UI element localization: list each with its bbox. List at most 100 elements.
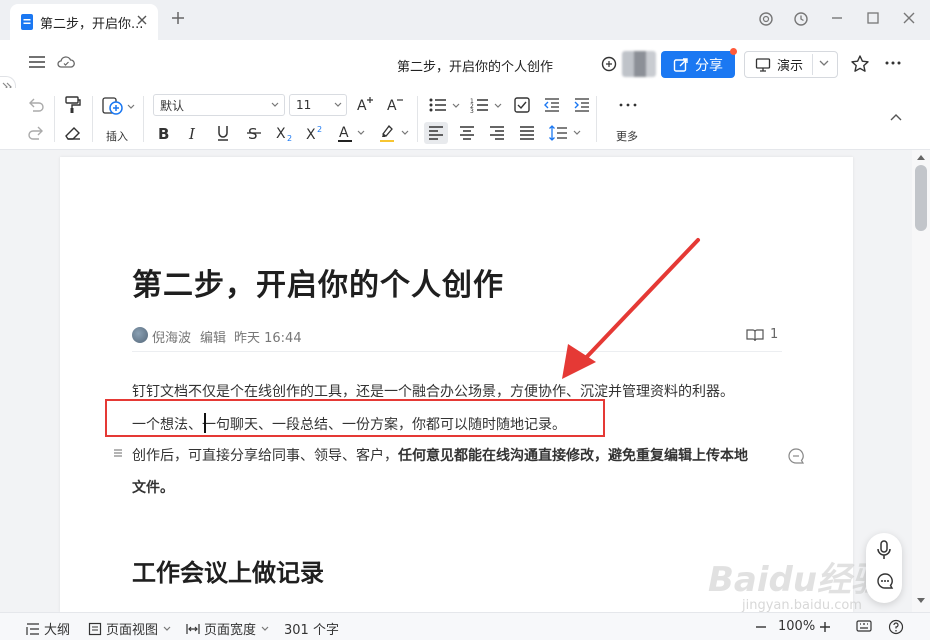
paragraph-bold-continuation[interactable]: 文件。: [132, 477, 174, 497]
font-grow-icon[interactable]: A: [356, 94, 376, 114]
bold-icon[interactable]: B: [156, 124, 172, 142]
chevron-down-icon: [270, 100, 280, 110]
chevron-down-icon[interactable]: [400, 128, 410, 138]
align-right-icon[interactable]: [488, 125, 506, 141]
scrollbar-thumb[interactable]: [915, 165, 927, 231]
redo-icon[interactable]: [26, 124, 46, 142]
chevron-down-icon[interactable]: [493, 101, 503, 111]
more-label[interactable]: 更多: [616, 128, 638, 144]
subscript-icon[interactable]: X2: [275, 124, 295, 142]
presentation-icon: [755, 57, 771, 73]
strikethrough-icon[interactable]: S: [246, 124, 262, 142]
chevron-down-icon[interactable]: [356, 128, 366, 138]
outdent-icon[interactable]: [543, 96, 561, 114]
format-painter-icon[interactable]: [63, 96, 83, 114]
chevron-down-icon[interactable]: [451, 101, 461, 111]
checkbox-list-icon[interactable]: [513, 96, 531, 114]
divider: [596, 96, 597, 142]
close-icon[interactable]: [136, 14, 148, 26]
font-shrink-icon[interactable]: A: [386, 94, 406, 114]
maximize-icon[interactable]: [866, 11, 880, 25]
justify-icon[interactable]: [518, 125, 536, 141]
format-toolbar: 插入 默认 11 A A B I S X2 X2 A 1 2 3 更多: [0, 88, 930, 150]
line-spacing-icon[interactable]: [548, 124, 568, 142]
drag-handle-icon[interactable]: [112, 447, 124, 459]
document-heading[interactable]: 第二步，开启你的个人创作: [132, 260, 504, 304]
tab-title: 第二步，开启你...: [40, 17, 144, 32]
scroll-up-arrow-icon[interactable]: [916, 153, 926, 161]
annotation-highlight-box: [105, 399, 605, 437]
chevron-down-icon[interactable]: [572, 128, 582, 138]
bullet-list-icon[interactable]: [428, 96, 448, 114]
section-heading[interactable]: 工作会议上做记录: [132, 553, 324, 588]
align-left-icon[interactable]: [424, 122, 448, 144]
svg-text:A: A: [387, 98, 397, 114]
outline-toggle[interactable]: 大纲: [26, 619, 70, 638]
svg-text:3: 3: [470, 108, 474, 114]
chat-icon[interactable]: [876, 572, 894, 590]
more-icon[interactable]: [884, 54, 902, 72]
book-icon[interactable]: [746, 328, 764, 342]
word-count: 301 个字: [284, 623, 339, 638]
chevron-down-icon[interactable]: [126, 102, 136, 112]
share-icon: [673, 57, 689, 73]
share-label: 分享: [695, 57, 723, 74]
align-center-icon[interactable]: [458, 125, 476, 141]
window-close-icon[interactable]: [902, 11, 916, 25]
page-view-select[interactable]: 页面视图: [88, 619, 172, 638]
undo-icon[interactable]: [26, 96, 46, 114]
scroll-down-arrow-icon[interactable]: [916, 597, 926, 605]
link-icon[interactable]: [600, 55, 618, 73]
notification-dot: [730, 48, 737, 55]
chevron-up-icon[interactable]: [889, 112, 903, 124]
numbered-list-icon[interactable]: 123: [470, 96, 490, 114]
divider: [417, 96, 418, 142]
highlight-color-icon[interactable]: [378, 122, 396, 144]
indent-icon[interactable]: [573, 96, 591, 114]
page-width-icon: [186, 622, 200, 636]
font-size-value: 11: [296, 98, 312, 112]
zoom-in-icon[interactable]: [818, 620, 832, 634]
font-family-select[interactable]: 默认: [153, 94, 285, 116]
svg-text:2: 2: [317, 125, 322, 134]
paragraph[interactable]: 创作后，可直接分享给同事、领导、客户，任何意见都能在线沟通直接修改，避免重复编辑…: [132, 445, 748, 465]
page-width-label: 页面宽度: [204, 623, 257, 638]
star-icon[interactable]: [850, 54, 870, 74]
paragraph-text: 创作后，可直接分享给同事、领导、客户，: [132, 448, 398, 464]
share-button[interactable]: 分享: [661, 51, 735, 78]
insert-add-icon[interactable]: [102, 96, 128, 118]
zoom-out-icon[interactable]: [754, 620, 768, 634]
keyboard-icon[interactable]: [856, 619, 872, 633]
svg-text:2: 2: [287, 134, 292, 142]
refresh-icon[interactable]: [758, 11, 774, 27]
more-icon[interactable]: [618, 98, 638, 112]
insert-label[interactable]: 插入: [106, 128, 128, 144]
microphone-icon[interactable]: [876, 539, 892, 561]
paragraph[interactable]: 钉钉文档不仅是个在线创作的工具，还是一个融合办公场景，方便协作、沉淀并管理资料的…: [132, 381, 734, 401]
font-color-icon[interactable]: A: [336, 122, 354, 144]
comment-icon[interactable]: [787, 447, 805, 465]
svg-text:I: I: [188, 125, 196, 142]
document-tab[interactable]: 第二步，开启你...: [10, 4, 158, 40]
status-bar: 大纲 页面视图 页面宽度 301 个字 100%: [0, 612, 930, 640]
watermark-url: jingyan.baidu.com: [742, 598, 862, 613]
author-avatar[interactable]: [132, 327, 148, 343]
help-icon[interactable]: [888, 619, 904, 635]
history-icon[interactable]: [793, 11, 809, 27]
superscript-icon[interactable]: X2: [305, 124, 325, 142]
chevron-down-icon: [260, 624, 270, 634]
underline-icon[interactable]: [215, 124, 231, 142]
read-count: 1: [770, 327, 779, 342]
paragraph-bold-text: 任何意见都能在线沟通直接修改，避免重复编辑上传本地: [398, 448, 748, 464]
zoom-level[interactable]: 100%: [778, 619, 815, 634]
minimize-icon[interactable]: [830, 11, 844, 25]
italic-icon[interactable]: I: [186, 124, 202, 142]
new-tab-plus-icon[interactable]: [170, 10, 186, 26]
page-width-select[interactable]: 页面宽度: [186, 619, 270, 638]
divider: [812, 54, 813, 75]
author-name[interactable]: 倪海波: [152, 327, 191, 346]
chevron-down-icon[interactable]: [818, 57, 830, 69]
eraser-icon[interactable]: [63, 124, 83, 142]
svg-text:X: X: [306, 127, 316, 142]
collaborator-avatar[interactable]: [622, 51, 656, 77]
